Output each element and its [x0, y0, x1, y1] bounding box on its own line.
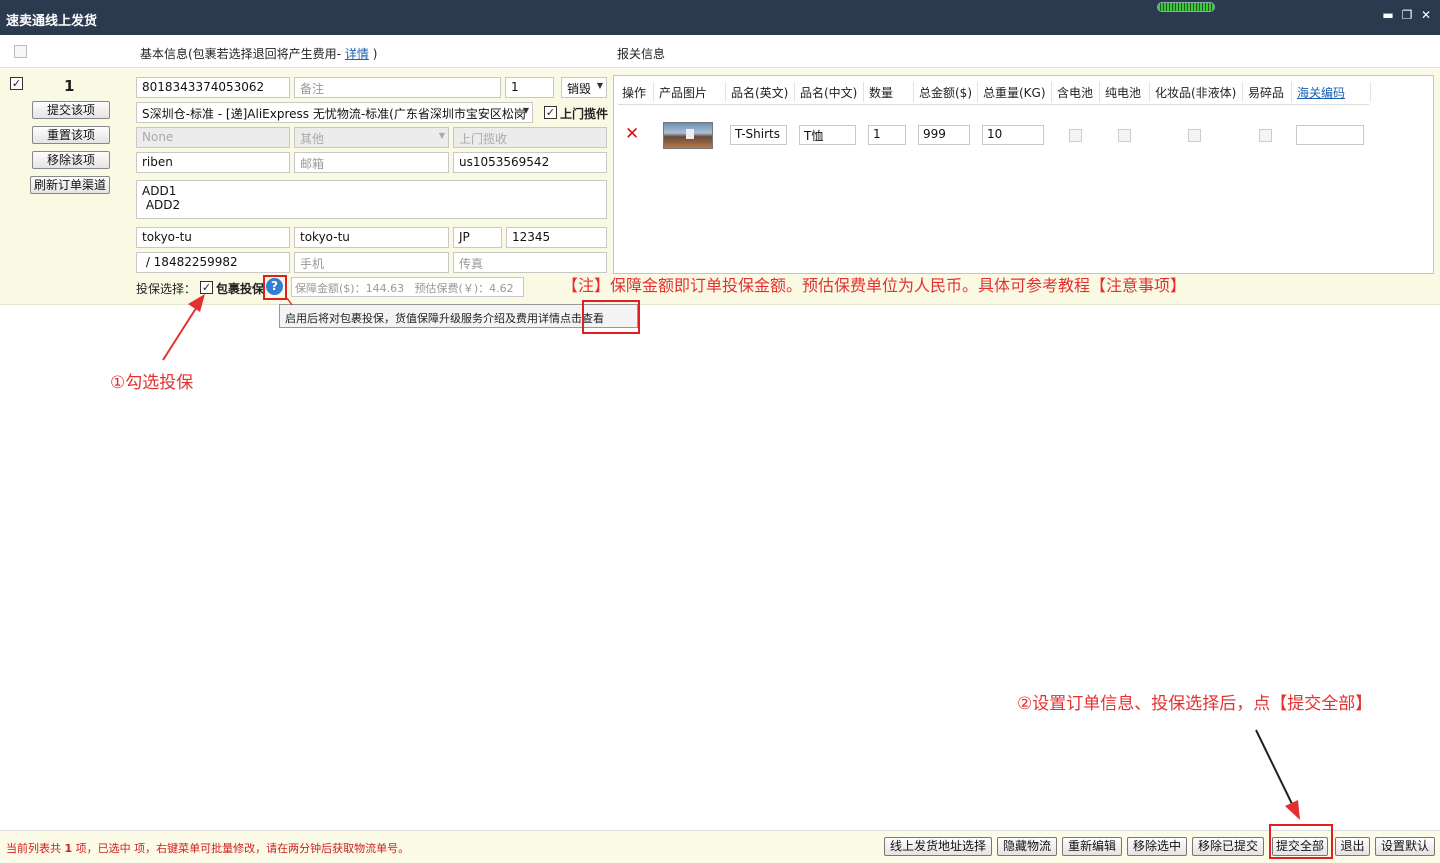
- submit-all-highlight: [1269, 824, 1333, 859]
- set-default-button[interactable]: 设置默认: [1375, 837, 1435, 856]
- address-select-button[interactable]: 线上发货地址选择: [884, 837, 992, 856]
- status-bar: 当前列表共 1 项，已选中 项，右键菜单可批量修改，请在两分钟后获取物流单号。 …: [0, 830, 1440, 863]
- remove-submitted-button[interactable]: 移除已提交: [1192, 837, 1264, 856]
- hide-logistics-button[interactable]: 隐藏物流: [997, 837, 1057, 856]
- step1-annotation: ①勾选投保: [110, 373, 194, 393]
- annotation-arrows: [162, 294, 1300, 820]
- status-text: 当前列表共 1 项，已选中 项，右键菜单可批量修改，请在两分钟后获取物流单号。: [6, 842, 410, 855]
- remove-selected-button[interactable]: 移除选中: [1127, 837, 1187, 856]
- exit-button[interactable]: 退出: [1335, 837, 1370, 856]
- re-edit-button[interactable]: 重新编辑: [1062, 837, 1122, 856]
- step2-annotation: ②设置订单信息、投保选择后，点【提交全部】: [1017, 694, 1373, 714]
